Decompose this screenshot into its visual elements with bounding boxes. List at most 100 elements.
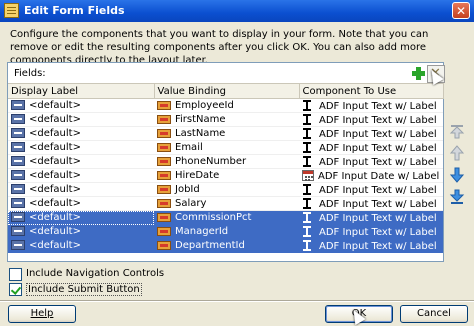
- value-binding-cell[interactable]: FirstName: [154, 112, 299, 127]
- value-binding-text: PhoneNumber: [175, 156, 247, 167]
- value-binding-cell[interactable]: EmployeeId: [154, 98, 299, 113]
- column-header-component[interactable]: Component To Use: [299, 83, 444, 99]
- label-icon: [11, 100, 25, 110]
- display-label-cell[interactable]: <default>: [8, 182, 154, 197]
- navigation-controls-label: Include Navigation Controls: [26, 268, 165, 279]
- table-row[interactable]: <default> Salary ADF Input Text w/ Label: [8, 196, 443, 211]
- component-cell[interactable]: ADF Input Text w/ Label: [299, 210, 443, 225]
- display-label-text: <default>: [29, 128, 81, 139]
- value-binding-text: JobId: [175, 184, 200, 195]
- column-header-value-binding[interactable]: Value Binding: [154, 83, 300, 99]
- value-binding-cell[interactable]: JobId: [154, 182, 299, 197]
- label-icon: [11, 156, 25, 166]
- binding-icon: [157, 199, 171, 208]
- display-label-cell[interactable]: <default>: [8, 140, 154, 155]
- component-cell[interactable]: ADF Input Text w/ Label: [299, 238, 443, 253]
- value-binding-cell[interactable]: CommissionPct: [154, 210, 299, 225]
- value-binding-cell[interactable]: Salary: [154, 196, 299, 211]
- fields-label: Fields:: [14, 68, 46, 79]
- move-down-icon[interactable]: [448, 166, 466, 184]
- value-binding-text: EmployeeId: [175, 100, 234, 111]
- component-text: ADF Input Text w/ Label: [319, 128, 437, 140]
- move-top-icon[interactable]: [448, 122, 466, 140]
- title-bar: Edit Form Fields ✕: [0, 0, 474, 22]
- value-binding-cell[interactable]: LastName: [154, 126, 299, 141]
- value-binding-cell[interactable]: PhoneNumber: [154, 154, 299, 169]
- component-cell[interactable]: ADF Input Text w/ Label: [299, 98, 443, 113]
- cancel-button[interactable]: Cancel: [400, 305, 468, 323]
- component-cell[interactable]: ADF Input Text w/ Label: [299, 126, 443, 141]
- display-label-cell[interactable]: <default>: [8, 238, 154, 253]
- value-binding-text: ManagerId: [175, 226, 229, 237]
- label-icon: [11, 240, 25, 250]
- table-row[interactable]: <default> LastName ADF Input Text w/ Label: [8, 126, 443, 141]
- column-header-display-label[interactable]: Display Label: [8, 83, 155, 99]
- add-field-plus-icon[interactable]: [410, 65, 428, 83]
- submit-button-checkbox[interactable]: [9, 283, 22, 296]
- binding-icon: [157, 115, 171, 124]
- label-icon: [11, 184, 25, 194]
- table-row[interactable]: <default> PhoneNumber ADF Input Text w/ La…: [8, 154, 443, 169]
- display-label-cell[interactable]: <default>: [8, 210, 154, 225]
- help-button[interactable]: Help: [8, 305, 76, 323]
- display-label-text: <default>: [29, 198, 81, 209]
- value-binding-text: HireDate: [175, 170, 220, 181]
- component-text: ADF Input Text w/ Label: [319, 212, 437, 224]
- table-row[interactable]: <default> EmployeeId ADF Input Text w/ Lab…: [8, 98, 443, 113]
- binding-icon: [157, 171, 171, 180]
- table-row[interactable]: <default> HireDate ADF Input Date w/ Label: [8, 168, 443, 183]
- table-row[interactable]: <default> DepartmentId ADF Input Text w/ L…: [8, 238, 443, 253]
- close-button[interactable]: ✕: [452, 2, 470, 19]
- component-text: ADF Input Text w/ Label: [319, 184, 437, 196]
- component-cell[interactable]: ADF Input Text w/ Label: [299, 182, 443, 197]
- value-binding-cell[interactable]: ManagerId: [154, 224, 299, 239]
- move-up-icon[interactable]: [448, 144, 466, 162]
- table-row[interactable]: <default> Email ADF Input Text w/ Label: [8, 140, 443, 155]
- display-label-text: <default>: [29, 114, 81, 125]
- table-row[interactable]: <default> FirstName ADF Input Text w/ Labe…: [8, 112, 443, 127]
- display-label-text: <default>: [29, 240, 81, 251]
- label-icon: [11, 198, 25, 208]
- component-cell[interactable]: ADF Input Text w/ Label: [299, 224, 443, 239]
- component-text: ADF Input Text w/ Label: [319, 226, 437, 238]
- fields-table: Display Label Value Binding Component To…: [8, 83, 444, 253]
- display-label-text: <default>: [29, 142, 81, 153]
- component-cell[interactable]: ADF Input Text w/ Label: [299, 154, 443, 169]
- label-icon: [11, 212, 25, 222]
- value-binding-cell[interactable]: HireDate: [154, 168, 299, 183]
- display-label-cell[interactable]: <default>: [8, 196, 154, 211]
- value-binding-text: LastName: [175, 128, 226, 139]
- binding-icon: [157, 143, 171, 152]
- component-text: ADF Input Text w/ Label: [319, 240, 437, 252]
- component-cell[interactable]: ADF Input Date w/ Label: [299, 168, 443, 183]
- form-app-icon: [4, 3, 19, 18]
- display-label-cell[interactable]: <default>: [8, 224, 154, 239]
- value-binding-text: Salary: [175, 198, 207, 209]
- display-label-cell[interactable]: <default>: [8, 112, 154, 127]
- value-binding-cell[interactable]: Email: [154, 140, 299, 155]
- component-text: ADF Input Text w/ Label: [319, 142, 437, 154]
- navigation-controls-checkbox[interactable]: [9, 268, 22, 281]
- value-binding-cell[interactable]: DepartmentId: [154, 238, 299, 253]
- display-label-cell[interactable]: <default>: [8, 154, 154, 169]
- component-cell[interactable]: ADF Input Text w/ Label: [299, 140, 443, 155]
- value-binding-text: CommissionPct: [175, 212, 252, 223]
- move-bottom-icon[interactable]: [448, 188, 466, 206]
- table-row[interactable]: <default> JobId ADF Input Text w/ Label: [8, 182, 443, 197]
- binding-icon: [157, 157, 171, 166]
- display-label-cell[interactable]: <default>: [8, 98, 154, 113]
- display-label-cell[interactable]: <default>: [8, 168, 154, 183]
- submit-button-label: Include Submit Button: [26, 283, 142, 296]
- divider: [0, 300, 474, 302]
- table-row[interactable]: <default> ManagerId ADF Input Text w/ Labe…: [8, 224, 443, 239]
- component-cell[interactable]: ADF Input Text w/ Label: [299, 112, 443, 127]
- display-label-text: <default>: [29, 226, 81, 237]
- display-label-cell[interactable]: <default>: [8, 126, 154, 141]
- table-row[interactable]: <default> CommissionPct ADF Input Text w/ …: [8, 210, 443, 225]
- value-binding-text: DepartmentId: [175, 240, 245, 251]
- window-title: Edit Form Fields: [24, 4, 125, 17]
- component-cell[interactable]: ADF Input Text w/ Label: [299, 196, 443, 211]
- component-text: ADF Input Text w/ Label: [319, 100, 437, 112]
- binding-icon: [157, 213, 171, 222]
- input-text-icon: [302, 155, 315, 167]
